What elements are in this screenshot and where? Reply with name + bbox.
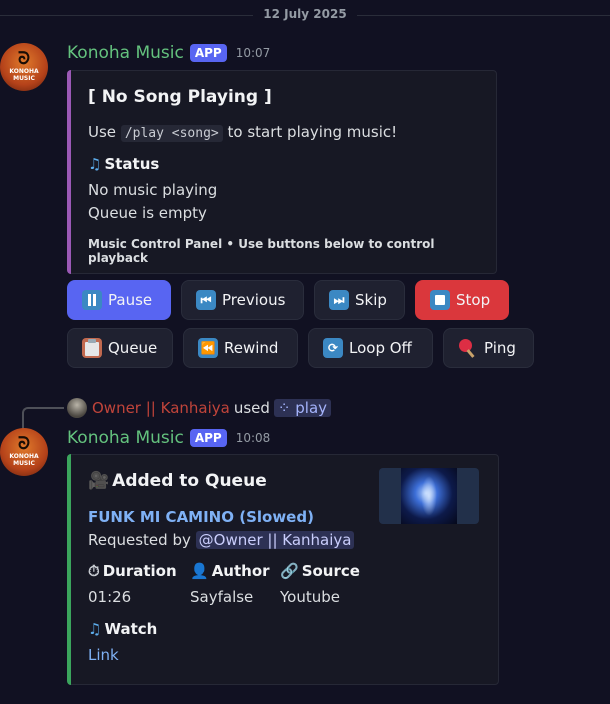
leaf-village-icon: ᘐ bbox=[18, 49, 30, 69]
desc-prefix: Use bbox=[88, 123, 117, 141]
embed-description: Use /play <song> to start playing music! bbox=[88, 123, 398, 142]
duration-label: Duration bbox=[102, 562, 177, 580]
link-icon: 🔗 bbox=[280, 562, 299, 580]
source-field-name: 🔗 Source bbox=[280, 562, 360, 580]
bot-avatar[interactable]: ᘐ KONOHA MUSIC bbox=[0, 428, 48, 476]
ping-label: Ping bbox=[484, 339, 516, 357]
status-line-2: Queue is empty bbox=[88, 204, 207, 222]
duration-field-name: ⏱ Duration bbox=[88, 562, 177, 580]
previous-track-icon: ⏮ bbox=[196, 290, 216, 310]
author-field-name: 👤 Author bbox=[190, 562, 270, 580]
music-note-icon: ♫ bbox=[88, 155, 102, 173]
requested-by: Requested by @Owner || Kanhaiya bbox=[88, 531, 355, 549]
watch-link[interactable]: Link bbox=[88, 646, 119, 664]
app-badge: APP bbox=[189, 44, 227, 62]
date-divider: 12 July 2025 bbox=[0, 0, 610, 30]
bot-avatar[interactable]: ᘐ KONOHA MUSIC bbox=[0, 43, 48, 91]
queue-button[interactable]: Queue bbox=[67, 328, 173, 368]
loop-label: Loop Off bbox=[349, 339, 412, 357]
next-track-icon: ⏭ bbox=[329, 290, 349, 310]
stopwatch-icon: ⏱ bbox=[88, 562, 100, 580]
stop-icon bbox=[430, 290, 450, 310]
ping-pong-icon bbox=[458, 338, 478, 358]
slash-command-icon: ⁘ bbox=[277, 399, 296, 417]
rewind-label: Rewind bbox=[224, 339, 279, 357]
clipboard-icon bbox=[82, 338, 102, 358]
date-label: 12 July 2025 bbox=[263, 7, 347, 21]
embed-title: [ No Song Playing ] bbox=[88, 87, 272, 107]
user-icon: 👤 bbox=[190, 562, 209, 580]
author-value: Sayfalse bbox=[190, 588, 254, 606]
desc-suffix: to start playing music! bbox=[227, 123, 398, 141]
film-camera-icon: 🎥 bbox=[88, 471, 110, 491]
command-user[interactable]: Owner || Kanhaiya bbox=[92, 399, 230, 417]
embed-title: 🎥 Added to Queue bbox=[88, 471, 267, 491]
music-note-icon: ♫ bbox=[88, 620, 102, 638]
embed-accent-bar bbox=[67, 70, 71, 274]
message-timestamp[interactable]: 10:07 bbox=[236, 46, 271, 60]
embed-footer: Music Control Panel • Use buttons below … bbox=[88, 237, 435, 265]
skip-button[interactable]: ⏭ Skip bbox=[314, 280, 405, 320]
watch-field-name: ♫ Watch bbox=[88, 620, 157, 638]
bot-username[interactable]: Konoha Music bbox=[67, 428, 184, 448]
slash-command-chip[interactable]: ⁘ play bbox=[273, 399, 332, 417]
user-avatar[interactable] bbox=[67, 398, 87, 418]
thumbnail-art bbox=[401, 468, 457, 524]
avatar-text: KONOHA MUSIC bbox=[9, 453, 39, 467]
status-label: Status bbox=[104, 155, 160, 173]
divider-line bbox=[357, 15, 610, 16]
reply-connector bbox=[22, 407, 64, 429]
used-label: used bbox=[233, 399, 270, 417]
stop-label: Stop bbox=[456, 291, 491, 309]
user-mention[interactable]: @Owner || Kanhaiya bbox=[195, 531, 355, 549]
pause-label: Pause bbox=[108, 291, 153, 309]
ping-button[interactable]: Ping bbox=[443, 328, 534, 368]
rewind-icon: ⏪ bbox=[198, 338, 218, 358]
previous-label: Previous bbox=[222, 291, 286, 309]
song-thumbnail[interactable] bbox=[379, 468, 479, 524]
previous-button[interactable]: ⏮ Previous bbox=[181, 280, 304, 320]
message-header: Konoha Music APP 10:08 bbox=[67, 426, 270, 450]
now-playing-embed: [ No Song Playing ] Use /play <song> to … bbox=[67, 70, 497, 274]
source-value: Youtube bbox=[280, 588, 340, 606]
bot-username[interactable]: Konoha Music bbox=[67, 43, 184, 63]
embed-accent-bar bbox=[67, 454, 71, 685]
status-field-name: ♫ Status bbox=[88, 155, 159, 173]
command-reply-header: Owner || Kanhaiya used ⁘ play bbox=[67, 397, 332, 419]
duration-value: 01:26 bbox=[88, 588, 132, 606]
loop-button[interactable]: ⟳ Loop Off bbox=[308, 328, 433, 368]
message-timestamp[interactable]: 10:08 bbox=[236, 431, 271, 445]
loop-icon: ⟳ bbox=[323, 338, 343, 358]
status-line-1: No music playing bbox=[88, 181, 218, 199]
app-badge: APP bbox=[189, 429, 227, 447]
pause-button[interactable]: Pause bbox=[67, 280, 171, 320]
message-header: Konoha Music APP 10:07 bbox=[67, 41, 270, 65]
leaf-village-icon: ᘐ bbox=[18, 434, 30, 454]
title-text: Added to Queue bbox=[112, 471, 267, 491]
watch-label: Watch bbox=[104, 620, 158, 638]
avatar-text: KONOHA MUSIC bbox=[9, 68, 39, 82]
author-label: Author bbox=[211, 562, 270, 580]
source-label: Source bbox=[301, 562, 360, 580]
play-command-code: /play <song> bbox=[120, 125, 223, 142]
queue-label: Queue bbox=[108, 339, 158, 357]
song-title-link[interactable]: FUNK MI CAMINO (Slowed) bbox=[88, 508, 314, 526]
divider-line bbox=[0, 15, 253, 16]
skip-label: Skip bbox=[355, 291, 387, 309]
command-name: play bbox=[295, 399, 328, 417]
stop-button[interactable]: Stop bbox=[415, 280, 509, 320]
requested-by-label: Requested by bbox=[88, 531, 191, 549]
rewind-button[interactable]: ⏪ Rewind bbox=[183, 328, 298, 368]
pause-icon bbox=[82, 290, 102, 310]
